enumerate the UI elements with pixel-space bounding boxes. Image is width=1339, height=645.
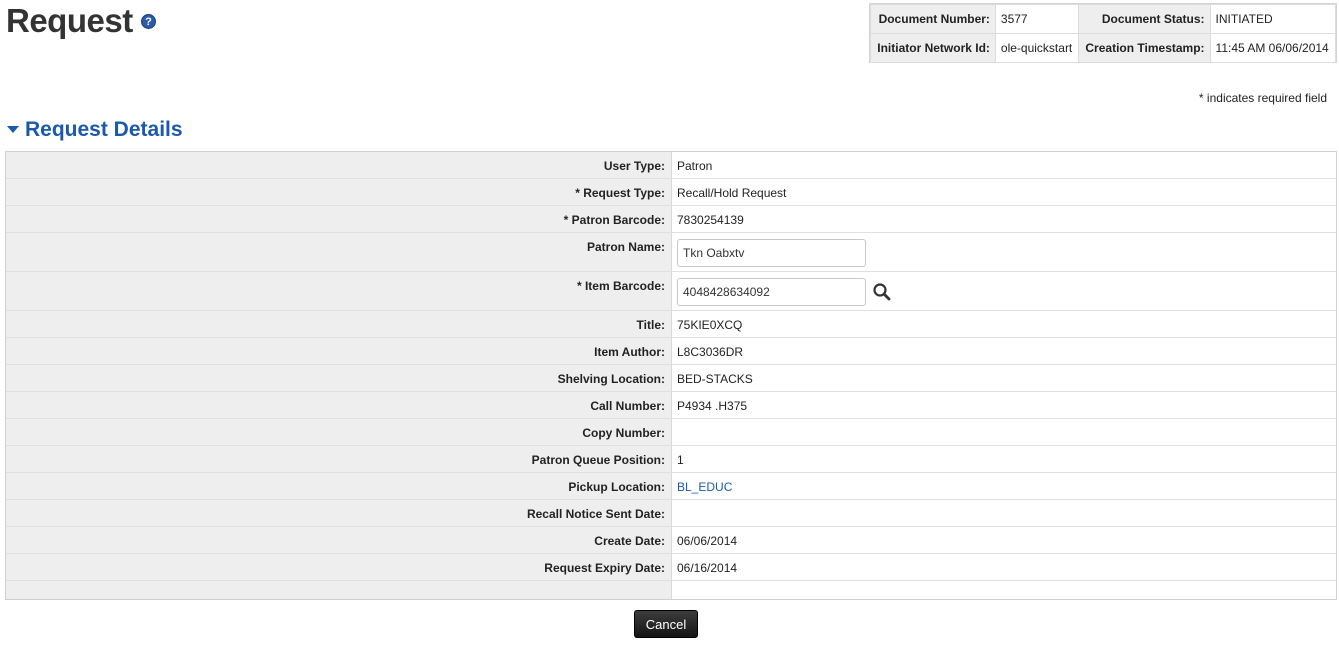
patron-name-label: Patron Name: bbox=[6, 233, 672, 271]
help-icon[interactable]: ? bbox=[140, 13, 156, 29]
queue-position-value: 1 bbox=[677, 453, 684, 467]
call-number-label: Call Number: bbox=[6, 392, 672, 418]
row-request-type: * Request Type: Recall/Hold Request bbox=[6, 179, 1336, 206]
document-status-label: Document Status: bbox=[1078, 4, 1211, 34]
patron-barcode-label: * Patron Barcode: bbox=[6, 206, 672, 232]
pickup-location-label: Pickup Location: bbox=[6, 473, 672, 499]
row-pickup-location: Pickup Location: BL_EDUC bbox=[6, 473, 1336, 500]
recall-notice-value bbox=[672, 500, 1336, 526]
request-details-panel: User Type: Patron * Request Type: Recall… bbox=[5, 151, 1337, 600]
user-type-label: User Type: bbox=[6, 152, 672, 178]
pickup-location-cell: BL_EDUC bbox=[672, 473, 1336, 499]
search-icon[interactable] bbox=[872, 282, 892, 302]
row-spacer bbox=[6, 581, 1336, 599]
item-barcode-cell bbox=[672, 272, 1336, 310]
caret-down-icon[interactable] bbox=[7, 126, 19, 133]
create-date-label: Create Date: bbox=[6, 527, 672, 553]
row-patron-barcode: * Patron Barcode: 7830254139 bbox=[6, 206, 1336, 233]
page-title-text: Request bbox=[6, 2, 133, 39]
expiry-date-label: Request Expiry Date: bbox=[6, 554, 672, 580]
document-number-label: Document Number: bbox=[870, 4, 996, 34]
copy-number-label: Copy Number: bbox=[6, 419, 672, 445]
row-copy-number: Copy Number: bbox=[6, 419, 1336, 446]
patron-barcode-value: 7830254139 bbox=[677, 213, 744, 227]
spacer-value bbox=[672, 581, 1336, 599]
row-queue-position: Patron Queue Position: 1 bbox=[6, 446, 1336, 473]
spacer-label bbox=[6, 581, 672, 599]
row-title: Title: 75KIE0XCQ bbox=[6, 311, 1336, 338]
title-value: 75KIE0XCQ bbox=[677, 318, 743, 332]
patron-name-cell bbox=[672, 233, 1336, 271]
item-barcode-label: * Item Barcode: bbox=[6, 272, 672, 310]
recall-notice-label: Recall Notice Sent Date: bbox=[6, 500, 672, 526]
pickup-location-link[interactable]: BL_EDUC bbox=[677, 480, 732, 494]
page-title: Request? bbox=[6, 2, 156, 40]
initiator-value: ole-quickstart bbox=[994, 33, 1080, 63]
row-item-barcode: * Item Barcode: bbox=[6, 272, 1336, 311]
row-user-type: User Type: Patron bbox=[6, 152, 1336, 179]
user-type-value: Patron bbox=[677, 159, 713, 173]
section-toggle[interactable]: Request Details bbox=[7, 118, 183, 142]
row-recall-notice: Recall Notice Sent Date: bbox=[6, 500, 1336, 527]
request-type-label: * Request Type: bbox=[6, 179, 672, 205]
row-expiry-date: Request Expiry Date: 06/16/2014 bbox=[6, 554, 1336, 581]
creation-timestamp-label: Creation Timestamp: bbox=[1078, 33, 1211, 63]
initiator-label: Initiator Network Id: bbox=[870, 33, 996, 63]
title-label: Title: bbox=[6, 311, 672, 337]
patron-name-input[interactable] bbox=[677, 239, 866, 267]
shelving-location-label: Shelving Location: bbox=[6, 365, 672, 391]
expiry-date-value: 06/16/2014 bbox=[677, 561, 738, 575]
required-field-note: * indicates required field bbox=[1198, 91, 1327, 105]
item-author-value: L8C3036DR bbox=[677, 345, 744, 359]
section-title: Request Details bbox=[25, 118, 183, 141]
request-type-value: Recall/Hold Request bbox=[677, 186, 787, 200]
row-patron-name: Patron Name: bbox=[6, 233, 1336, 272]
shelving-location-value: BED-STACKS bbox=[677, 372, 753, 386]
queue-position-label: Patron Queue Position: bbox=[6, 446, 672, 472]
cancel-button[interactable]: Cancel bbox=[634, 610, 698, 638]
item-barcode-input[interactable] bbox=[677, 278, 866, 306]
document-number-value: 3577 bbox=[994, 4, 1080, 34]
row-item-author: Item Author: L8C3036DR bbox=[6, 338, 1336, 365]
document-status-value: INITIATED bbox=[1209, 4, 1337, 34]
row-shelving-location: Shelving Location: BED-STACKS bbox=[6, 365, 1336, 392]
document-header: Document Number: 3577 Document Status: I… bbox=[869, 3, 1337, 63]
row-create-date: Create Date: 06/06/2014 bbox=[6, 527, 1336, 554]
creation-timestamp-value: 11:45 AM 06/06/2014 bbox=[1209, 33, 1337, 63]
call-number-value: P4934 .H375 bbox=[677, 399, 748, 413]
create-date-value: 06/06/2014 bbox=[677, 534, 738, 548]
copy-number-value bbox=[672, 419, 1336, 445]
item-author-label: Item Author: bbox=[6, 338, 672, 364]
row-call-number: Call Number: P4934 .H375 bbox=[6, 392, 1336, 419]
